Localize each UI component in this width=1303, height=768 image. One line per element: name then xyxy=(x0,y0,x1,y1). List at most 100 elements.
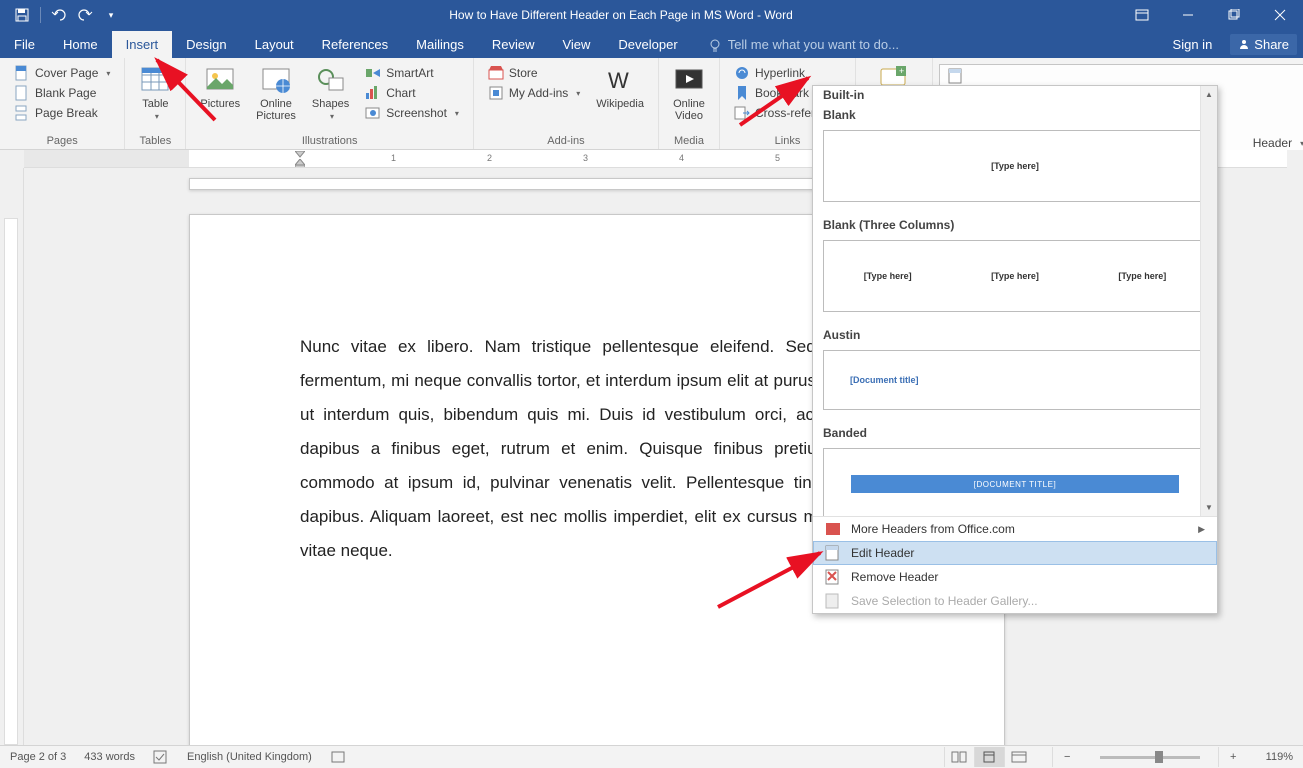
quick-access-toolbar: ▾ xyxy=(0,3,123,27)
bookmark-icon xyxy=(734,85,750,101)
tab-home[interactable]: Home xyxy=(49,31,112,58)
tab-references[interactable]: References xyxy=(308,31,402,58)
header-gallery-dropdown: Built-in Blank [Type here] Blank (Three … xyxy=(812,85,1218,614)
tab-review[interactable]: Review xyxy=(478,31,549,58)
gallery-section-builtin: Built-in xyxy=(813,86,1217,104)
table-button[interactable]: Table▾ xyxy=(131,62,179,134)
gallery-item-blank-label: Blank xyxy=(813,104,1217,126)
document-body[interactable]: Nunc vitae ex libero. Nam tristique pell… xyxy=(300,330,894,568)
video-icon xyxy=(673,64,705,96)
online-pictures-icon xyxy=(260,64,292,96)
gallery-item-austin[interactable]: [Document title] xyxy=(823,350,1207,410)
web-layout-button[interactable] xyxy=(1004,747,1034,767)
tell-me-input[interactable] xyxy=(728,37,928,52)
tell-me[interactable] xyxy=(698,31,938,58)
minimize-button[interactable] xyxy=(1165,0,1211,30)
maximize-button[interactable] xyxy=(1211,0,1257,30)
gallery-item-banded[interactable]: [DOCUMENT TITLE] xyxy=(823,448,1207,516)
group-label-tables: Tables xyxy=(131,134,179,147)
shapes-button[interactable]: Shapes▾ xyxy=(304,62,357,134)
save-gallery-icon xyxy=(825,593,841,609)
window-controls xyxy=(1119,0,1303,30)
gallery-item-blank3-label: Blank (Three Columns) xyxy=(813,214,1217,236)
zoom-in-button[interactable]: + xyxy=(1218,747,1248,767)
zoom-level[interactable]: 119% xyxy=(1266,751,1293,763)
gallery-item-banded-label: Banded xyxy=(813,422,1217,444)
more-headers-menu-item[interactable]: More Headers from Office.com ▶ xyxy=(813,517,1217,541)
tab-layout[interactable]: Layout xyxy=(241,31,308,58)
screenshot-icon xyxy=(365,105,381,121)
qat-customize[interactable]: ▾ xyxy=(99,3,123,27)
tab-design[interactable]: Design xyxy=(172,31,240,58)
close-button[interactable] xyxy=(1257,0,1303,30)
save-button[interactable] xyxy=(10,3,34,27)
view-buttons xyxy=(944,747,1034,767)
cover-page-button[interactable]: Cover Page▾ xyxy=(10,64,114,82)
smartart-icon xyxy=(365,65,381,81)
edit-header-menu-item[interactable]: Edit Header xyxy=(813,541,1217,565)
online-video-button[interactable]: Online Video xyxy=(665,62,713,134)
page-break-button[interactable]: Page Break xyxy=(10,104,114,122)
scroll-up-button[interactable]: ▲ xyxy=(1201,86,1217,103)
tab-file[interactable]: File xyxy=(0,31,49,58)
gallery-item-blank-three-columns[interactable]: [Type here] [Type here] [Type here] xyxy=(823,240,1207,312)
share-button[interactable]: Share xyxy=(1230,34,1297,55)
screenshot-button[interactable]: Screenshot▾ xyxy=(361,104,463,122)
chart-button[interactable]: Chart xyxy=(361,84,463,102)
status-language[interactable]: English (United Kingdom) xyxy=(187,751,312,763)
group-label-addins: Add-ins xyxy=(480,134,652,147)
share-icon xyxy=(1238,38,1250,50)
gallery-scrollbar[interactable]: ▲ ▼ xyxy=(1200,86,1217,516)
redo-button[interactable] xyxy=(73,3,97,27)
print-layout-button[interactable] xyxy=(974,747,1004,767)
tab-insert[interactable]: Insert xyxy=(112,31,173,58)
zoom-out-button[interactable]: − xyxy=(1052,747,1082,767)
shapes-icon xyxy=(315,64,347,96)
online-pictures-button[interactable]: Online Pictures xyxy=(248,62,304,134)
chart-icon xyxy=(365,85,381,101)
status-words[interactable]: 433 words xyxy=(84,751,135,763)
remove-header-menu-item[interactable]: Remove Header xyxy=(813,565,1217,589)
ruler-vertical[interactable] xyxy=(0,168,24,745)
gallery-item-blank[interactable]: [Type here] xyxy=(823,130,1207,202)
store-icon xyxy=(488,65,504,81)
my-addins-button[interactable]: My Add-ins▾ xyxy=(484,84,584,102)
read-mode-button[interactable] xyxy=(944,747,974,767)
smartart-button[interactable]: SmartArt xyxy=(361,64,463,82)
hyperlink-button[interactable]: Hyperlink xyxy=(730,64,845,82)
pictures-button[interactable]: Pictures xyxy=(192,62,248,134)
banded-title: [DOCUMENT TITLE] xyxy=(851,475,1180,493)
store-button[interactable]: Store xyxy=(484,64,584,82)
blank-page-button[interactable]: Blank Page xyxy=(10,84,114,102)
zoom-slider[interactable] xyxy=(1100,756,1200,759)
ribbon-display-options[interactable] xyxy=(1119,0,1165,30)
spellcheck-icon[interactable] xyxy=(153,750,169,764)
ribbon-tabs: File Home Insert Design Layout Reference… xyxy=(0,30,1303,58)
svg-text:W: W xyxy=(608,68,629,93)
wikipedia-button[interactable]: W Wikipedia xyxy=(588,62,652,134)
gallery-item-austin-label: Austin xyxy=(813,324,1217,346)
office-icon xyxy=(825,521,841,537)
share-label: Share xyxy=(1254,37,1289,52)
scroll-down-button[interactable]: ▼ xyxy=(1201,499,1217,516)
tab-developer[interactable]: Developer xyxy=(604,31,691,58)
lightbulb-icon xyxy=(708,38,722,52)
crossref-icon xyxy=(734,105,750,121)
group-label-illustrations: Illustrations xyxy=(192,134,467,147)
hanging-indent-marker[interactable] xyxy=(295,159,305,168)
sign-in-link[interactable]: Sign in xyxy=(1165,31,1221,58)
status-page[interactable]: Page 2 of 3 xyxy=(10,751,66,763)
tab-mailings[interactable]: Mailings xyxy=(402,31,478,58)
submenu-arrow-icon: ▶ xyxy=(1198,524,1205,535)
page-break-icon xyxy=(14,105,30,121)
save-to-gallery-menu-item: Save Selection to Header Gallery... xyxy=(813,589,1217,613)
undo-button[interactable] xyxy=(47,3,71,27)
tab-view[interactable]: View xyxy=(548,31,604,58)
blank-page-icon xyxy=(14,85,30,101)
group-addins: Store My Add-ins▾ W Wikipedia Add-ins xyxy=(474,58,659,149)
cover-page-icon xyxy=(14,65,30,81)
document-title: How to Have Different Header on Each Pag… xyxy=(123,8,1119,22)
hyperlink-icon xyxy=(734,65,750,81)
macro-icon[interactable] xyxy=(330,750,346,764)
table-icon xyxy=(139,64,171,96)
